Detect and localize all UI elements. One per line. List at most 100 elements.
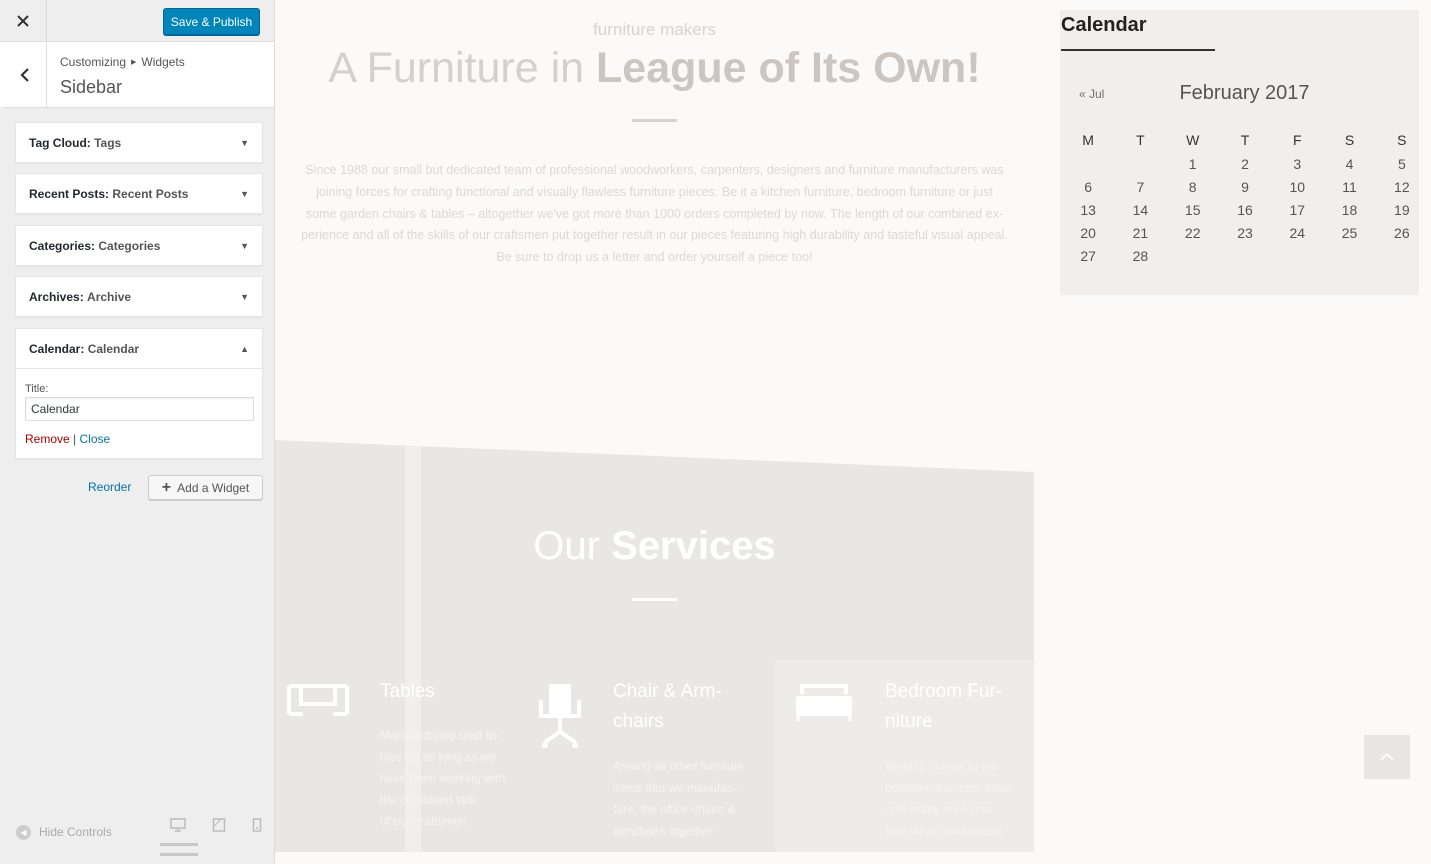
expand-arrow-icon[interactable]: ▼ bbox=[240, 189, 249, 199]
customizer-footer: ◀ Hide Controls bbox=[0, 806, 274, 864]
calendar-day bbox=[1323, 244, 1375, 267]
mobile-icon[interactable] bbox=[252, 818, 262, 832]
calendar-week-row: 13 14 15 16 17 18 19 bbox=[1062, 198, 1428, 221]
weekday: F bbox=[1292, 132, 1302, 148]
widget-header[interactable]: Categories: Categories ▼ bbox=[16, 226, 262, 265]
hero-title-light: A Furniture in bbox=[328, 44, 585, 92]
service-name-line: niture bbox=[885, 711, 933, 732]
calendar-day: 11 bbox=[1342, 178, 1357, 195]
hero-line: some garden chairs & tables – altogether… bbox=[305, 206, 1003, 221]
services-title-bold: Services bbox=[611, 524, 776, 568]
services-title-light: Our bbox=[533, 524, 600, 568]
widget-type: Tag Cloud: bbox=[29, 135, 91, 150]
widget-calendar[interactable]: Calendar: Calendar ▲ Title: Calendar Rem… bbox=[15, 328, 263, 459]
calendar-day: 1 bbox=[1188, 155, 1197, 172]
close-customizer-button[interactable] bbox=[0, 0, 47, 42]
customizer-panel: Save & Publish Customizing ▶ Widgets Sid… bbox=[0, 0, 275, 864]
save-publish-button[interactable]: Save & Publish bbox=[163, 8, 260, 35]
calendar-day: 24 bbox=[1289, 224, 1306, 241]
widget-actions: Remove | Close bbox=[25, 432, 253, 446]
widget-header[interactable]: Calendar: Calendar ▲ bbox=[16, 329, 262, 368]
expand-arrow-icon[interactable]: ▼ bbox=[240, 241, 249, 251]
hero-line: joining forces for crafting functional a… bbox=[316, 184, 993, 199]
service-desc-line: bed stays comfortable bbox=[885, 823, 1003, 838]
title-input[interactable]: Calendar bbox=[25, 397, 254, 421]
service-name: Bedroom Fur- niture bbox=[885, 677, 1025, 737]
services-section: Our Services Tables Manufacturing craft … bbox=[275, 440, 1034, 852]
breadcrumb-separator-icon: ▶ bbox=[131, 59, 137, 66]
calendar-day: 2 bbox=[1241, 155, 1249, 172]
close-icon bbox=[17, 15, 29, 27]
service-name: Chair & Arm- chairs bbox=[613, 677, 753, 737]
breadcrumb-widgets: Widgets bbox=[141, 55, 185, 69]
service-desc-line: Among all other furniture bbox=[613, 759, 745, 773]
bed-icon bbox=[796, 684, 852, 721]
scroll-to-top-button[interactable] bbox=[1364, 735, 1410, 779]
section-header: Customizing ▶ Widgets Sidebar bbox=[0, 42, 274, 108]
service-desc-line: have been working with bbox=[380, 771, 506, 785]
device-preview-buttons bbox=[170, 818, 262, 832]
calendar-day bbox=[1167, 244, 1219, 267]
service-desc-line: When it comes to the bbox=[885, 759, 998, 773]
calendar-day bbox=[1219, 244, 1271, 267]
services-title: Our Services bbox=[275, 524, 1034, 569]
service-description: Among all other furniture items that we … bbox=[613, 756, 753, 842]
calendar-week-row: 27 28 bbox=[1062, 244, 1428, 267]
close-widget-link[interactable]: Close bbox=[80, 432, 111, 446]
hide-controls-button[interactable]: ◀ Hide Controls bbox=[16, 824, 112, 840]
hero-paragraph: Since 1988 our small but dedicated team … bbox=[287, 160, 1022, 269]
calendar-day: 27 bbox=[1080, 247, 1096, 264]
hero-title-bold: League of Its Own! bbox=[596, 44, 981, 92]
calendar-widget: Calendar « Jul February 2017 M T W T F S… bbox=[1060, 10, 1419, 295]
chevron-left-icon bbox=[20, 67, 29, 82]
reorder-link[interactable]: Reorder bbox=[88, 480, 131, 494]
service-desc-line: is to make sure your bbox=[885, 802, 994, 816]
calendar-day: 5 bbox=[1397, 155, 1406, 172]
widget-instance: Archive bbox=[87, 289, 132, 304]
desktop-icon[interactable] bbox=[170, 818, 186, 832]
tablet-icon[interactable] bbox=[212, 818, 226, 832]
widget-type: Categories: bbox=[29, 238, 96, 253]
calendar-day bbox=[1062, 152, 1114, 175]
collapse-arrow-icon[interactable]: ▲ bbox=[240, 344, 249, 354]
widget-header[interactable]: Archives: Archive ▼ bbox=[16, 277, 262, 316]
table-icon bbox=[287, 684, 349, 716]
service-desc-line: the combined skill bbox=[380, 792, 476, 807]
calendar-grid: M T W T F S S 1 2 3 4 5 6 7 8 9 10 11 12… bbox=[1062, 130, 1428, 267]
calendar-day: 3 bbox=[1293, 155, 1302, 172]
calendar-day: 26 bbox=[1394, 224, 1410, 241]
calendar-title-underline bbox=[1061, 49, 1215, 51]
active-device-indicator bbox=[160, 853, 198, 856]
calendar-day: 12 bbox=[1394, 178, 1410, 195]
service-desc-line: ture, the office chairs & bbox=[613, 802, 736, 816]
widget-header[interactable]: Recent Posts: Recent Posts ▼ bbox=[16, 174, 262, 213]
service-name-line: chairs bbox=[613, 711, 664, 732]
service-desc-line: of our craftsmen bbox=[380, 814, 467, 828]
widget-header[interactable]: Tag Cloud: Tags ▼ bbox=[16, 123, 262, 162]
calendar-widget-title: Calendar bbox=[1061, 14, 1147, 36]
calendar-day: 14 bbox=[1132, 201, 1149, 218]
calendar-day: 22 bbox=[1184, 224, 1201, 241]
remove-widget-link[interactable]: Remove bbox=[25, 432, 70, 446]
calendar-week-row: 20 21 22 23 24 25 26 bbox=[1062, 221, 1428, 244]
widget-categories[interactable]: Categories: Categories ▼ bbox=[15, 225, 263, 266]
action-separator: | bbox=[73, 432, 77, 446]
expand-arrow-icon[interactable]: ▼ bbox=[240, 138, 249, 148]
widget-archives[interactable]: Archives: Archive ▼ bbox=[15, 276, 263, 317]
hero-line: Since 1988 our small but dedicated team … bbox=[305, 163, 1004, 177]
widget-instance: Tags bbox=[94, 135, 122, 150]
widget-tag-cloud[interactable]: Tag Cloud: Tags ▼ bbox=[15, 122, 263, 163]
widget-instance: Categories bbox=[98, 238, 161, 253]
calendar-day: 9 bbox=[1241, 178, 1249, 195]
widget-recent-posts[interactable]: Recent Posts: Recent Posts ▼ bbox=[15, 173, 263, 214]
back-button[interactable] bbox=[4, 42, 47, 107]
expand-arrow-icon[interactable]: ▼ bbox=[240, 292, 249, 302]
weekday: S bbox=[1397, 132, 1407, 148]
hero-line: Be sure to drop us a letter and order yo… bbox=[496, 250, 813, 265]
calendar-day: 28 bbox=[1132, 247, 1149, 264]
service-name-line: Tables bbox=[380, 681, 435, 702]
add-widget-button[interactable]: + Add a Widget bbox=[148, 475, 263, 500]
widget-type: Archives: bbox=[29, 289, 84, 304]
hero-line: perience and all of the skills of our cr… bbox=[301, 228, 1008, 243]
customizer-header: Save & Publish bbox=[0, 0, 274, 42]
